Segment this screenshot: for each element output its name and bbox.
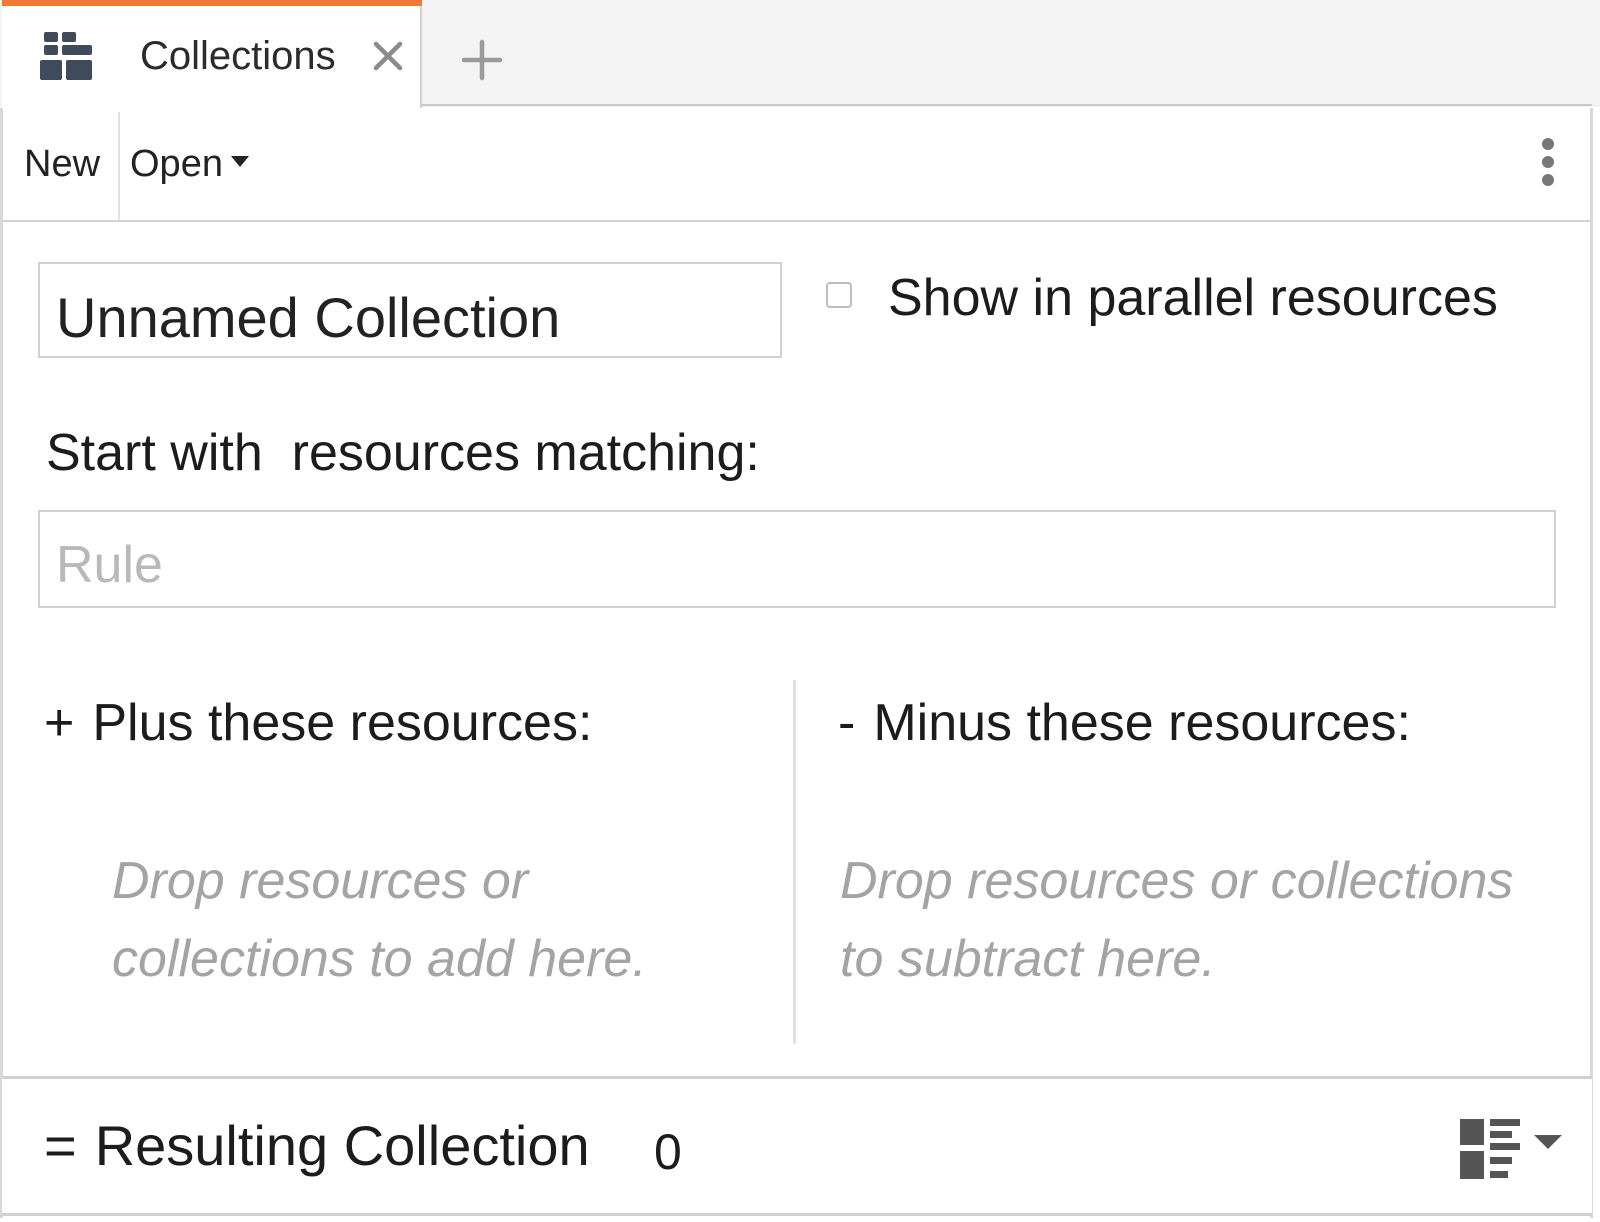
panel-border-left (0, 108, 3, 1218)
plus-heading: + Plus these resources: (44, 690, 592, 756)
collection-name-input[interactable] (38, 262, 782, 358)
toolbar-separator (118, 112, 120, 220)
collections-icon (40, 32, 92, 80)
tab-bar: Collections (0, 0, 1600, 108)
close-icon[interactable] (368, 36, 408, 76)
grid-list-view-icon[interactable] (1458, 1117, 1570, 1181)
resulting-collection-bar: = Resulting Collection 0 (2, 1076, 1592, 1216)
tab-collections[interactable]: Collections (2, 0, 422, 108)
equals-operator: = (44, 1114, 77, 1177)
vertical-ellipsis-icon[interactable] (1536, 138, 1560, 194)
plus-icon[interactable] (458, 36, 506, 84)
collections-window: Collections New Open Show in parallel re… (0, 0, 1600, 1222)
resulting-collection-title: Resulting Collection (94, 1114, 590, 1177)
panel-border-right (1590, 108, 1593, 1218)
rule-input[interactable] (38, 510, 1556, 608)
add-drop-zone[interactable]: Drop resources or collections to add her… (112, 842, 752, 998)
active-tab-indicator (2, 0, 422, 6)
open-dropdown-button[interactable]: Open (130, 108, 249, 220)
open-label: Open (130, 143, 223, 185)
resulting-collection-label: = Resulting Collection (44, 1113, 590, 1179)
show-parallel-label: Show in parallel resources (888, 269, 1498, 327)
tab-bar-divider (422, 104, 1592, 106)
caret-down-icon (230, 156, 249, 168)
minus-operator: - (838, 694, 856, 752)
plus-heading-label: Plus these resources: (92, 694, 593, 752)
toolbar: New Open (2, 108, 1592, 222)
column-divider (793, 680, 796, 1044)
rule-heading: Start with resources matching: (46, 424, 760, 482)
show-parallel-checkbox[interactable] (826, 282, 852, 308)
subtract-drop-zone[interactable]: Drop resources or collections to subtrac… (840, 842, 1560, 998)
minus-heading: - Minus these resources: (838, 690, 1411, 756)
minus-heading-label: Minus these resources: (873, 694, 1411, 752)
new-button[interactable]: New (24, 108, 100, 220)
plus-operator: + (44, 694, 75, 752)
result-count: 0 (654, 1124, 682, 1180)
tab-label: Collections (140, 34, 336, 78)
